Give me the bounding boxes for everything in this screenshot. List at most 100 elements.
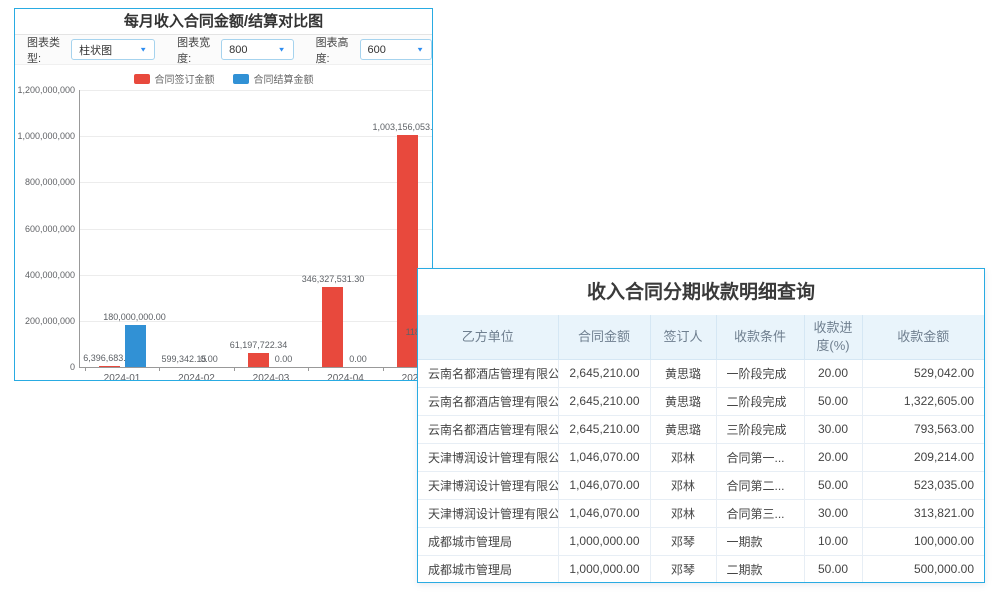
money-cell: 1,322,605.00 <box>862 387 984 415</box>
condition-cell: 一阶段完成 <box>716 359 804 387</box>
progress-cell: 20.00 <box>804 359 862 387</box>
condition-cell: 三阶段完成 <box>716 415 804 443</box>
x-tick-label: 2024-04 <box>327 373 364 381</box>
money-cell: 500,000.00 <box>862 555 984 583</box>
col-header-progress: 收款进度(%) <box>804 315 862 359</box>
y-tick-label: 1,000,000,000 <box>15 131 75 141</box>
bar-value-label: 0.00 <box>200 354 218 364</box>
table-row: 云南名都酒店管理有限公司2,645,210.00黄思璐三阶段完成30.00793… <box>418 415 984 443</box>
bar-signed <box>248 353 269 367</box>
contract-amount-cell: 2,645,210.00 <box>558 387 650 415</box>
progress-cell: 50.00 <box>804 387 862 415</box>
money-cell: 313,821.00 <box>862 499 984 527</box>
chart-panel: 每月收入合同金额/结算对比图 图表类型: 柱状图 ▼ 图表宽度: 800 ▼ 图… <box>14 8 433 381</box>
contract-amount-cell: 1,046,070.00 <box>558 499 650 527</box>
y-tick-label: 1,200,000,000 <box>15 85 75 95</box>
col-header-money: 收款金额 <box>862 315 984 359</box>
bar-settled <box>125 325 146 367</box>
bar-chart: 1,200,000,000 1,000,000,000 800,000,000 600… <box>15 9 432 380</box>
x-tick-label: 2024-03 <box>253 373 290 381</box>
progress-cell: 50.00 <box>804 471 862 499</box>
col-header-amount: 合同金额 <box>558 315 650 359</box>
signer-cell: 邓林 <box>650 499 716 527</box>
x-axis-tick <box>234 367 235 371</box>
condition-cell: 二期款 <box>716 555 804 583</box>
col-header-company: 乙方单位 <box>418 315 558 359</box>
bar-value-label: 0.00 <box>275 354 293 364</box>
signer-cell: 黄思璐 <box>650 387 716 415</box>
table-row: 天津博润设计管理有限公司1,046,070.00邓林合同第二...50.0052… <box>418 471 984 499</box>
signer-cell: 邓林 <box>650 443 716 471</box>
table-title: 收入合同分期收款明细查询 <box>418 269 984 315</box>
company-link[interactable]: 成都城市管理局 <box>418 527 558 555</box>
table-row: 云南名都酒店管理有限公司2,645,210.00黄思璐一阶段完成20.00529… <box>418 359 984 387</box>
x-axis-tick <box>308 367 309 371</box>
bar-value-label: 61,197,722.34 <box>230 340 288 350</box>
col-header-signer: 签订人 <box>650 315 716 359</box>
money-cell: 523,035.00 <box>862 471 984 499</box>
money-cell: 209,214.00 <box>862 443 984 471</box>
x-tick-label: 2024-02 <box>178 373 215 381</box>
company-link[interactable]: 天津博润设计管理有限公司 <box>418 443 558 471</box>
y-tick-label: 800,000,000 <box>15 177 75 187</box>
money-cell: 100,000.00 <box>862 527 984 555</box>
table-row: 成都城市管理局1,000,000.00邓琴二期款50.00500,000.00 <box>418 555 984 583</box>
signer-cell: 邓琴 <box>650 555 716 583</box>
bar-value-label: 180,000,000.00 <box>103 312 166 322</box>
y-axis-line <box>79 90 80 367</box>
y-tick-label: 600,000,000 <box>15 224 75 234</box>
installments-table: 乙方单位 合同金额 签订人 收款条件 收款进度(%) 收款金额 云南名都酒店管理… <box>418 315 984 583</box>
progress-cell: 20.00 <box>804 443 862 471</box>
contract-amount-cell: 2,645,210.00 <box>558 359 650 387</box>
table-row: 天津博润设计管理有限公司1,046,070.00邓林合同第一...20.0020… <box>418 443 984 471</box>
contract-amount-cell: 2,645,210.00 <box>558 415 650 443</box>
gridline <box>79 182 433 183</box>
company-link[interactable]: 云南名都酒店管理有限公司 <box>418 415 558 443</box>
contract-amount-cell: 1,000,000.00 <box>558 527 650 555</box>
company-link[interactable]: 云南名都酒店管理有限公司 <box>418 359 558 387</box>
money-cell: 793,563.00 <box>862 415 984 443</box>
y-tick-label: 200,000,000 <box>15 316 75 326</box>
y-tick-label: 0 <box>15 362 75 372</box>
table-row: 云南名都酒店管理有限公司2,645,210.00黄思璐二阶段完成50.001,3… <box>418 387 984 415</box>
signer-cell: 黄思璐 <box>650 359 716 387</box>
company-link[interactable]: 天津博润设计管理有限公司 <box>418 499 558 527</box>
gridline <box>79 229 433 230</box>
company-link[interactable]: 云南名都酒店管理有限公司 <box>418 387 558 415</box>
x-axis-line <box>79 367 433 368</box>
progress-cell: 30.00 <box>804 415 862 443</box>
gridline <box>79 275 433 276</box>
condition-cell: 一期款 <box>716 527 804 555</box>
bar-signed <box>322 287 343 367</box>
condition-cell: 二阶段完成 <box>716 387 804 415</box>
x-axis-tick <box>85 367 86 371</box>
gridline <box>79 90 433 91</box>
signer-cell: 邓林 <box>650 471 716 499</box>
condition-cell: 合同第二... <box>716 471 804 499</box>
x-tick-label: 2024-01 <box>104 373 141 381</box>
signer-cell: 黄思璐 <box>650 415 716 443</box>
signer-cell: 邓琴 <box>650 527 716 555</box>
contract-amount-cell: 1,046,070.00 <box>558 471 650 499</box>
contract-amount-cell: 1,000,000.00 <box>558 555 650 583</box>
y-tick-label: 400,000,000 <box>15 270 75 280</box>
company-link[interactable]: 天津博润设计管理有限公司 <box>418 471 558 499</box>
contract-amount-cell: 1,046,070.00 <box>558 443 650 471</box>
bar-value-label: 1,003,156,053.84 <box>372 122 433 132</box>
company-link[interactable]: 成都城市管理局 <box>418 555 558 583</box>
progress-cell: 30.00 <box>804 499 862 527</box>
table-row: 成都城市管理局1,000,000.00邓琴一期款10.00100,000.00 <box>418 527 984 555</box>
bar-signed <box>99 366 120 367</box>
condition-cell: 合同第三... <box>716 499 804 527</box>
gridline <box>79 136 433 137</box>
progress-cell: 50.00 <box>804 555 862 583</box>
condition-cell: 合同第一... <box>716 443 804 471</box>
table-header-row: 乙方单位 合同金额 签订人 收款条件 收款进度(%) 收款金额 <box>418 315 984 359</box>
x-axis-tick <box>159 367 160 371</box>
table-panel: 收入合同分期收款明细查询 乙方单位 合同金额 签订人 收款条件 收款进度(%) … <box>417 268 985 583</box>
table-row: 天津博润设计管理有限公司1,046,070.00邓林合同第三...30.0031… <box>418 499 984 527</box>
col-header-condition: 收款条件 <box>716 315 804 359</box>
progress-cell: 10.00 <box>804 527 862 555</box>
x-axis-tick <box>383 367 384 371</box>
bar-value-label: 0.00 <box>349 354 367 364</box>
